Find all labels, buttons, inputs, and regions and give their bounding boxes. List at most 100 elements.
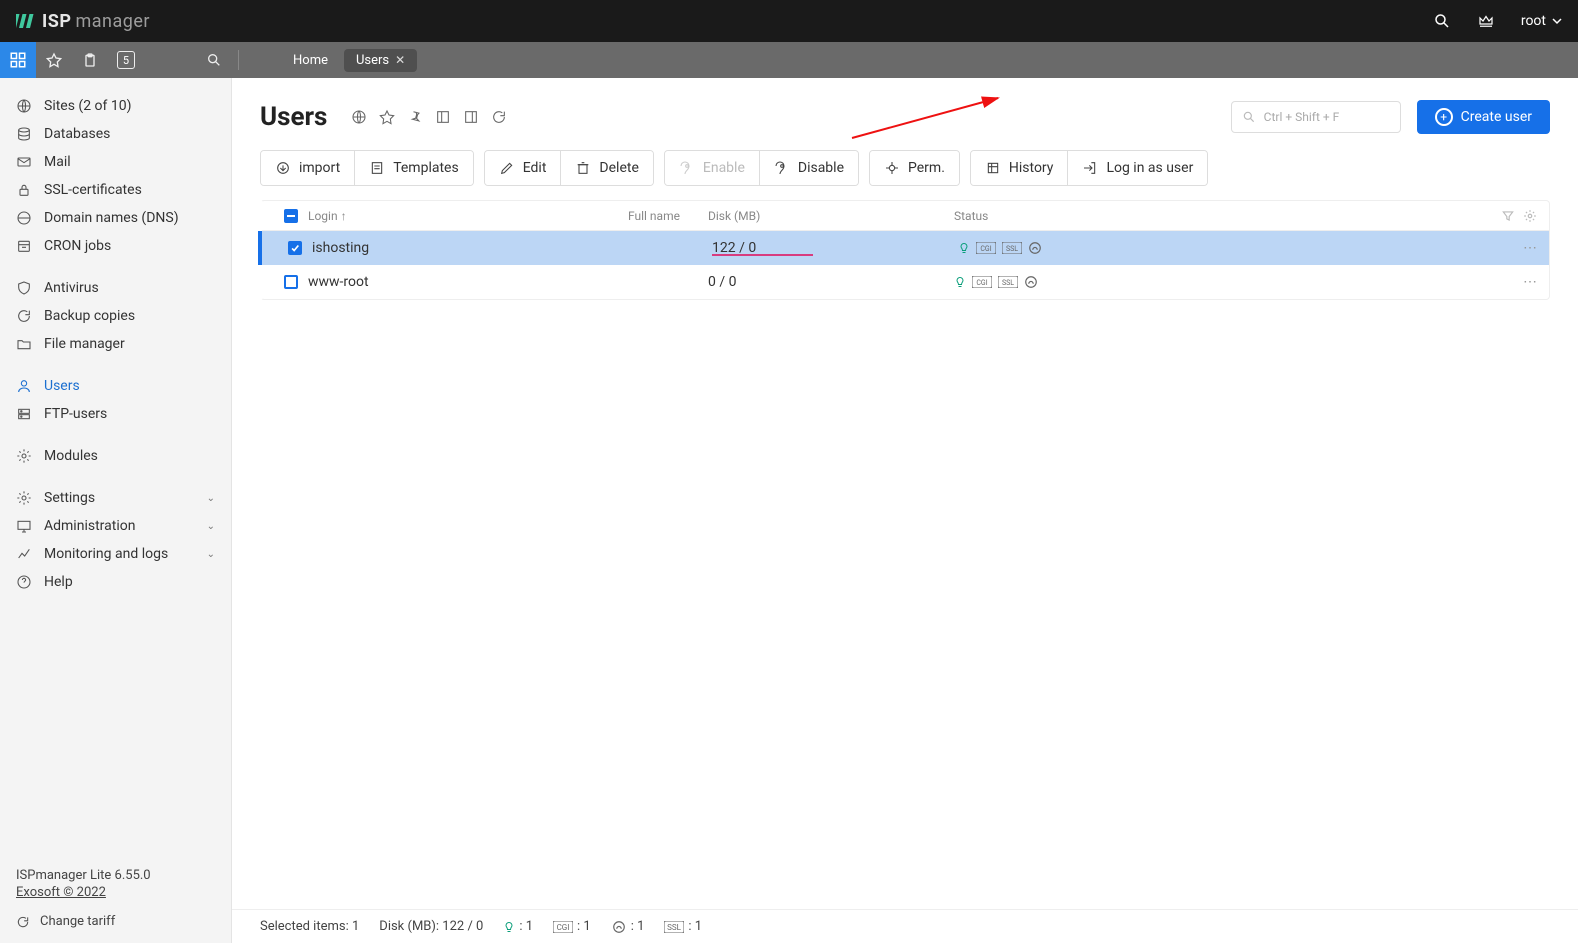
- users-table: Login ↑ Full name Disk (MB) Status ishos…: [260, 200, 1550, 300]
- subnav: 5 Home Users ✕: [0, 42, 1578, 78]
- search-icon[interactable]: [1433, 12, 1451, 30]
- status-bulb: : 1: [503, 919, 533, 934]
- col-status[interactable]: Status: [954, 209, 1294, 223]
- col-fullname[interactable]: Full name: [628, 209, 708, 223]
- clipboard-button[interactable]: [72, 42, 108, 78]
- sidebar-item-domain-names-dns-[interactable]: Domain names (DNS): [0, 204, 231, 232]
- table-header: Login ↑ Full name Disk (MB) Status: [262, 201, 1549, 231]
- row-checkbox[interactable]: [274, 275, 308, 289]
- filter-column-icon[interactable]: [1501, 209, 1515, 223]
- sidebar-item-label: Settings: [44, 490, 95, 506]
- login-as-user-button[interactable]: Log in as user: [1067, 151, 1207, 185]
- status-icons: CGI SSL: [958, 241, 1298, 255]
- help-icon: [16, 574, 32, 590]
- refresh-header-icon[interactable]: [489, 107, 509, 127]
- globe-icon[interactable]: [349, 107, 369, 127]
- filter-input[interactable]: Ctrl + Shift + F: [1231, 101, 1401, 133]
- status-icons: CGI SSL: [954, 275, 1294, 289]
- sidebar-item-label: FTP-users: [44, 406, 107, 422]
- status-disk: Disk (MB): 122 / 0: [379, 919, 483, 934]
- col-disk[interactable]: Disk (MB): [708, 209, 954, 223]
- row-actions-menu[interactable]: ⋯: [1523, 240, 1537, 256]
- cell-login: www-root: [308, 274, 628, 290]
- desktop-icon: [16, 518, 32, 534]
- disable-button[interactable]: Disable: [759, 151, 858, 185]
- status-ssl: SSL: 1: [664, 919, 702, 934]
- user-menu[interactable]: root: [1521, 13, 1562, 29]
- sidebar-item-label: Databases: [44, 126, 110, 142]
- tab-home[interactable]: Home: [281, 49, 340, 72]
- sidebar-item-label: Users: [44, 378, 80, 394]
- sidebar-item-label: Help: [44, 574, 73, 590]
- col-login[interactable]: Login ↑: [308, 209, 628, 223]
- tasks-count-button[interactable]: 5: [108, 42, 144, 78]
- change-tariff-link[interactable]: Change tariff: [16, 914, 215, 929]
- refresh-icon: [16, 308, 32, 324]
- tab-users[interactable]: Users ✕: [344, 49, 417, 72]
- sidebar-item-databases[interactable]: Databases: [0, 120, 231, 148]
- cal-icon: [16, 238, 32, 254]
- sidebar-item-modules[interactable]: Modules: [0, 442, 231, 470]
- settings-column-icon[interactable]: [1523, 209, 1537, 223]
- row-checkbox[interactable]: [278, 241, 312, 255]
- favorites-button[interactable]: [36, 42, 72, 78]
- sidebar-item-settings[interactable]: Settings⌄: [0, 484, 231, 512]
- chart-icon: [16, 546, 32, 562]
- sidebar-item-ssl-certificates[interactable]: SSL-certificates: [0, 176, 231, 204]
- shield-icon: [16, 280, 32, 296]
- status-cgi: CGI: 1: [553, 919, 591, 934]
- sidebar-item-monitoring-and-logs[interactable]: Monitoring and logs⌄: [0, 540, 231, 568]
- sidebar-item-administration[interactable]: Administration ⌄: [0, 512, 231, 540]
- subnav-search-icon[interactable]: [196, 52, 232, 68]
- history-button[interactable]: History: [971, 151, 1068, 185]
- chevron-down-icon: ⌄: [207, 521, 215, 532]
- menu-toggle[interactable]: [0, 42, 36, 78]
- svg-text:CGI: CGI: [557, 923, 570, 932]
- toolbar: import Templates Edit Delete Enable Disa…: [232, 144, 1578, 200]
- pin-icon[interactable]: [405, 107, 425, 127]
- columns-icon[interactable]: [433, 107, 453, 127]
- logo-text-manager: manager: [75, 11, 150, 32]
- sidebar-item-antivirus[interactable]: Antivirus: [0, 274, 231, 302]
- filter-placeholder: Ctrl + Shift + F: [1264, 110, 1340, 124]
- sidebar-item-file-manager[interactable]: File manager: [0, 330, 231, 358]
- sidebar-item-label: File manager: [44, 336, 125, 352]
- sidebar-item-users[interactable]: Users: [0, 372, 231, 400]
- notifications-icon[interactable]: [1477, 12, 1495, 30]
- globe-icon: [16, 98, 32, 114]
- svg-text:SSL: SSL: [1006, 245, 1018, 253]
- create-user-button[interactable]: + Create user: [1417, 100, 1550, 134]
- table-row[interactable]: www-root 0 / 0 CGI SSL ⋯: [262, 265, 1549, 299]
- svg-text:SSL: SSL: [668, 923, 683, 932]
- import-button[interactable]: import: [261, 151, 354, 185]
- templates-button[interactable]: Templates: [354, 151, 473, 185]
- status-selected: Selected items: 1: [260, 919, 359, 934]
- folder-icon: [16, 336, 32, 352]
- layout-icon[interactable]: [461, 107, 481, 127]
- main: Users Ctrl + Shift + F + Create user: [232, 78, 1578, 943]
- globe2-icon: [16, 210, 32, 226]
- select-all-checkbox[interactable]: [274, 209, 308, 223]
- sidebar-item-ftp-users[interactable]: FTP-users: [0, 400, 231, 428]
- edit-button[interactable]: Edit: [485, 151, 561, 185]
- sidebar-item-backup-copies[interactable]: Backup copies: [0, 302, 231, 330]
- delete-button[interactable]: Delete: [560, 151, 652, 185]
- copyright-label: Exosoft © 2022: [16, 885, 215, 900]
- sidebar-item-mail[interactable]: Mail: [0, 148, 231, 176]
- perm-button[interactable]: Perm.: [870, 151, 959, 185]
- svg-text:CGI: CGI: [980, 245, 991, 253]
- sidebar-item-help[interactable]: Help: [0, 568, 231, 596]
- table-row[interactable]: ishosting 122 / 0 CGI SSL ⋯: [258, 231, 1549, 265]
- sidebar-item-label: Administration: [44, 518, 135, 534]
- sidebar-item-label: CRON jobs: [44, 238, 111, 254]
- sidebar-item-cron-jobs[interactable]: CRON jobs: [0, 232, 231, 260]
- sidebar-item-sites-2-of-10-[interactable]: Sites (2 of 10): [0, 92, 231, 120]
- svg-text:CGI: CGI: [976, 279, 987, 287]
- sidebar-item-label: Antivirus: [44, 280, 99, 296]
- cell-login: ishosting: [312, 240, 632, 256]
- row-actions-menu[interactable]: ⋯: [1523, 274, 1537, 290]
- close-tab-icon[interactable]: ✕: [395, 53, 405, 67]
- user-icon: [16, 378, 32, 394]
- gear-icon: [16, 490, 32, 506]
- star-icon[interactable]: [377, 107, 397, 127]
